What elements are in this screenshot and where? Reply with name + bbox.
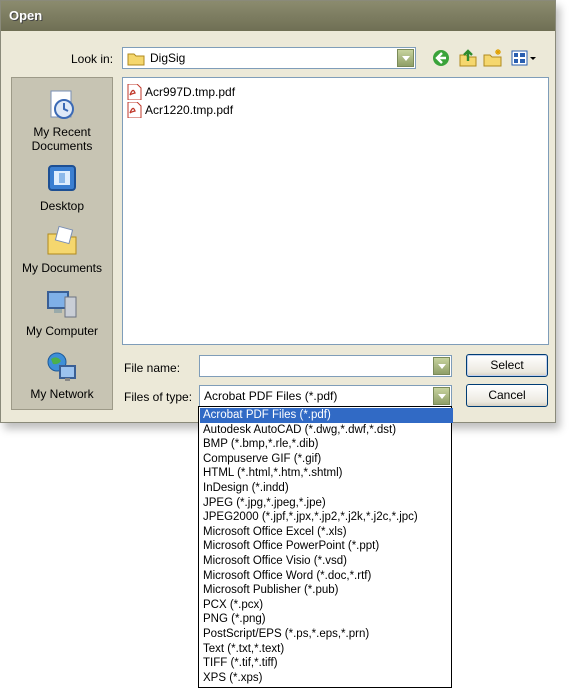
file-type-option[interactable]: Text (*.txt,*.text) bbox=[200, 642, 453, 657]
place-my-documents[interactable]: My Documents bbox=[12, 224, 112, 275]
up-folder-icon[interactable] bbox=[458, 48, 478, 68]
look-in-value: DigSig bbox=[150, 51, 186, 65]
pdf-file-icon bbox=[127, 83, 142, 103]
select-button[interactable]: Select bbox=[466, 354, 548, 377]
file-name-label: File name: bbox=[124, 361, 181, 375]
file-type-option[interactable]: PNG (*.png) bbox=[200, 612, 453, 627]
place-label: Desktop bbox=[39, 199, 85, 213]
place-label: My Computer bbox=[25, 324, 99, 338]
place-my-computer[interactable]: My Computer bbox=[12, 287, 112, 338]
file-name-dropdown-button[interactable] bbox=[433, 357, 450, 375]
file-type-dropdown-list[interactable]: Acrobat PDF Files (*.pdf) Autodesk AutoCA… bbox=[198, 406, 453, 688]
place-label: My Documents bbox=[21, 261, 103, 275]
file-type-option[interactable]: Acrobat PDF Files (*.pdf) bbox=[200, 408, 453, 423]
places-bar: My Recent Documents Desktop My Documents… bbox=[11, 77, 113, 410]
file-name-input[interactable] bbox=[199, 355, 452, 377]
look-in-combo[interactable]: DigSig bbox=[122, 47, 416, 69]
files-of-type-value: Acrobat PDF Files (*.pdf) bbox=[204, 389, 338, 403]
title-bar[interactable]: Open bbox=[1, 1, 555, 31]
cancel-button[interactable]: Cancel bbox=[466, 384, 548, 407]
file-type-option[interactable]: Microsoft Office Excel (*.xls) bbox=[200, 525, 453, 540]
look-in-label: Look in: bbox=[71, 52, 114, 66]
file-name: Acr1220.tmp.pdf bbox=[145, 103, 234, 117]
desktop-icon bbox=[45, 162, 79, 196]
view-menu-icon[interactable] bbox=[510, 48, 538, 68]
file-type-option[interactable]: Microsoft Publisher (*.pub) bbox=[200, 583, 453, 598]
file-type-option[interactable]: PostScript/EPS (*.ps,*.eps,*.prn) bbox=[200, 627, 453, 642]
file-type-option[interactable]: HTML (*.html,*.htm,*.shtml) bbox=[200, 466, 453, 481]
file-type-option[interactable]: PCX (*.pcx) bbox=[200, 598, 453, 613]
look-in-dropdown-button[interactable] bbox=[397, 49, 414, 67]
file-type-option[interactable]: XPS (*.xps) bbox=[200, 671, 453, 686]
file-name: Acr997D.tmp.pdf bbox=[145, 85, 236, 99]
file-type-option[interactable]: Autodesk AutoCAD (*.dwg,*.dwf,*.dst) bbox=[200, 423, 453, 438]
place-my-recent-documents[interactable]: My Recent Documents bbox=[12, 88, 112, 153]
open-dialog: Open Look in: DigSig My Recent Documents bbox=[0, 0, 556, 423]
file-list[interactable]: Acr997D.tmp.pdf Acr1220.tmp.pdf bbox=[122, 77, 549, 345]
back-icon[interactable] bbox=[431, 48, 451, 68]
file-type-option[interactable]: Microsoft Office PowerPoint (*.ppt) bbox=[200, 539, 453, 554]
recent-documents-icon bbox=[45, 88, 79, 122]
file-type-option[interactable]: Microsoft Office Visio (*.vsd) bbox=[200, 554, 453, 569]
file-type-option[interactable]: Microsoft Office Word (*.doc,*.rtf) bbox=[200, 569, 453, 584]
files-of-type-combo[interactable]: Acrobat PDF Files (*.pdf) bbox=[199, 385, 452, 407]
files-of-type-dropdown-button[interactable] bbox=[433, 387, 450, 405]
place-label: My Network bbox=[30, 387, 94, 401]
my-network-icon bbox=[45, 350, 79, 384]
file-type-option[interactable]: Compuserve GIF (*.gif) bbox=[200, 452, 453, 467]
file-type-option[interactable]: JPEG2000 (*.jpf,*.jpx,*.jp2,*.j2k,*.j2c,… bbox=[200, 510, 453, 525]
folder-icon bbox=[127, 51, 145, 69]
new-folder-icon[interactable] bbox=[483, 48, 503, 68]
file-type-option[interactable]: BMP (*.bmp,*.rle,*.dib) bbox=[200, 437, 453, 452]
place-label: My Recent Documents bbox=[31, 125, 93, 153]
place-my-network[interactable]: My Network bbox=[12, 350, 112, 401]
dialog-title: Open bbox=[9, 8, 43, 23]
file-type-option[interactable]: InDesign (*.indd) bbox=[200, 481, 453, 496]
pdf-file-icon bbox=[127, 101, 142, 121]
place-desktop[interactable]: Desktop bbox=[12, 162, 112, 213]
files-of-type-label: Files of type: bbox=[124, 390, 193, 404]
my-documents-icon bbox=[45, 224, 79, 258]
file-type-option[interactable]: TIFF (*.tif,*.tiff) bbox=[200, 656, 453, 671]
file-type-option[interactable]: JPEG (*.jpg,*.jpeg,*.jpe) bbox=[200, 496, 453, 511]
my-computer-icon bbox=[45, 287, 79, 321]
